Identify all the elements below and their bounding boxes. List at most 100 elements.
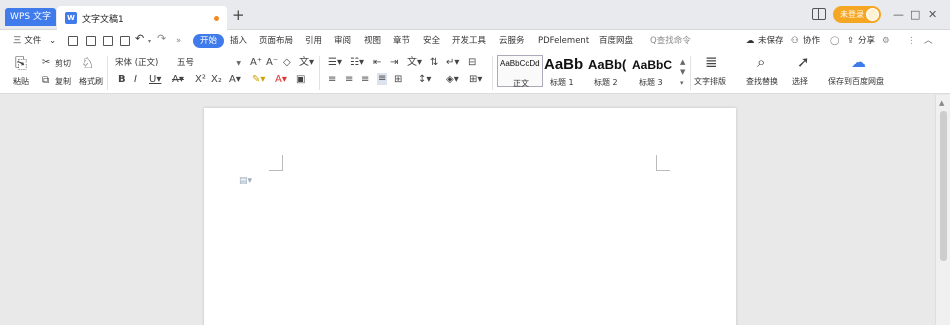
justify-icon[interactable]: ≡ (377, 73, 388, 85)
search-command-input[interactable]: Q查找命令 (650, 35, 691, 47)
cloud-save-icon[interactable]: ☁ (746, 35, 755, 47)
close-button[interactable]: ✕ (928, 6, 937, 24)
select-button[interactable]: 选择 (792, 76, 808, 87)
grow-font-icon[interactable]: A⁺ (250, 57, 262, 69)
style-heading-3-label: 标题 3 (639, 78, 663, 87)
file-menu[interactable]: 三 文件 (13, 35, 41, 47)
more-chevron-icon[interactable]: » (176, 35, 181, 47)
print-preview-icon[interactable] (120, 36, 130, 46)
increase-indent-icon[interactable]: ⇥ (390, 57, 398, 69)
font-size-select[interactable]: 五号 ▼ (176, 56, 244, 71)
font-color-icon[interactable]: A▾ (275, 74, 287, 86)
cut-button[interactable]: 剪切 (55, 58, 71, 69)
show-marks-icon[interactable]: ↵▾ (446, 57, 459, 69)
numbered-list-icon[interactable]: ☷▾ (350, 57, 364, 69)
strikethrough-icon[interactable]: A▾ (172, 74, 184, 86)
settings-gear-icon[interactable]: ⚙ (882, 35, 890, 47)
document-tab[interactable]: W 文字文稿1 (57, 6, 227, 30)
style-normal[interactable]: AaBbCcDd 正文 (497, 55, 543, 88)
tab-references[interactable]: 引用 (305, 35, 322, 47)
paste-button[interactable]: 粘贴 (13, 76, 29, 87)
bold-icon[interactable]: B (118, 74, 126, 86)
style-heading-3[interactable]: AaBbC 标题 3 (631, 55, 675, 87)
save-icon[interactable] (68, 36, 78, 46)
share-icon[interactable]: ⇪ (847, 35, 854, 47)
align-center-icon[interactable]: ≡ (345, 74, 353, 86)
copy-button[interactable]: 复制 (55, 76, 71, 87)
comment-icon[interactable]: ◯ (830, 35, 840, 47)
tab-insert[interactable]: 插入 (230, 35, 247, 47)
decrease-indent-icon[interactable]: ⇤ (373, 57, 381, 69)
clear-format-icon[interactable]: ◇ (283, 57, 291, 69)
subscript-icon[interactable]: X₂ (211, 74, 222, 86)
new-tab-button[interactable]: + (232, 7, 245, 23)
maximize-button[interactable]: □ (910, 6, 920, 24)
collaborate-label[interactable]: 协作 (803, 35, 820, 47)
tab-security[interactable]: 安全 (423, 35, 440, 47)
highlight-icon[interactable]: ✎▾ (252, 74, 265, 86)
export-pdf-icon[interactable] (86, 36, 96, 46)
cut-icon[interactable]: ✂ (42, 57, 50, 69)
baidu-netdisk-icon[interactable]: ☁ (851, 54, 866, 71)
app-tab-wps[interactable]: WPS 文字 (5, 8, 56, 26)
find-replace-button[interactable]: 查找替换 (746, 76, 778, 87)
more-options-icon[interactable]: ⋮ (907, 35, 916, 47)
collaborate-icon[interactable]: ⚇ (791, 35, 799, 47)
vertical-scrollbar[interactable]: ▲ (935, 95, 950, 325)
undo-dropdown-icon[interactable]: ▾ (148, 36, 151, 48)
tab-cloud-service[interactable]: 云服务 (499, 35, 525, 47)
sort-icon[interactable]: ⇅ (430, 57, 438, 69)
print-icon[interactable] (103, 36, 113, 46)
text-layout-button[interactable]: 文字排版 (694, 76, 726, 87)
distributed-icon[interactable]: ⊞ (394, 74, 402, 86)
tab-view[interactable]: 视图 (364, 35, 381, 47)
select-cursor-icon[interactable]: ➚ (797, 54, 810, 71)
tab-review[interactable]: 审阅 (334, 35, 351, 47)
format-painter-button[interactable]: 格式刷 (79, 76, 103, 87)
tab-chapter[interactable]: 章节 (393, 35, 410, 47)
scroll-up-icon[interactable]: ▲ (939, 99, 944, 107)
superscript-icon[interactable]: X² (195, 74, 206, 86)
minimize-button[interactable]: — (893, 6, 904, 24)
collapse-ribbon-chevron-icon[interactable]: ︿ (924, 35, 933, 47)
chinese-layout-icon[interactable]: 文▾ (407, 57, 422, 69)
char-border-icon[interactable]: ▣ (296, 74, 305, 86)
undo-icon[interactable]: ↶ (135, 33, 144, 45)
italic-icon[interactable]: I (134, 74, 137, 86)
align-right-icon[interactable]: ≡ (361, 74, 369, 86)
format-painter-icon[interactable]: ♘ (81, 55, 94, 72)
tab-developer[interactable]: 开发工具 (452, 35, 486, 47)
file-menu-chevron-down-icon[interactable]: ⌄ (49, 35, 56, 47)
style-heading-2[interactable]: AaBb( 标题 2 (587, 55, 631, 87)
save-to-baidu-button[interactable]: 保存到百度网盘 (828, 76, 884, 87)
tab-stops-icon[interactable]: ⊟ (468, 57, 476, 69)
tab-page-layout[interactable]: 页面布局 (259, 35, 293, 47)
paste-icon[interactable]: ⎘ (15, 55, 27, 72)
text-layout-icon[interactable]: ≣ (705, 54, 718, 71)
paragraph-handle-icon[interactable]: ▤▾ (239, 176, 252, 186)
avatar (866, 8, 879, 21)
style-heading-1[interactable]: AaBb 标题 1 (543, 55, 587, 87)
share-label[interactable]: 分享 (858, 35, 875, 47)
line-spacing-icon[interactable]: ↕▾ (418, 74, 431, 86)
text-effect-icon[interactable]: A▾ (229, 74, 241, 86)
find-replace-icon[interactable]: ⌕ (757, 54, 765, 71)
login-button[interactable]: 未登录 (833, 6, 881, 23)
borders-icon[interactable]: ⊞▾ (469, 74, 482, 86)
unsaved-label[interactable]: 未保存 (758, 35, 784, 47)
underline-icon[interactable]: U▾ (149, 74, 161, 86)
shading-icon[interactable]: ◈▾ (446, 74, 459, 86)
layout-icon[interactable] (812, 8, 826, 20)
tab-home[interactable]: 开始 (193, 34, 225, 48)
align-left-icon[interactable]: ≡ (328, 74, 336, 86)
redo-icon[interactable]: ↷ (157, 33, 166, 45)
shrink-font-icon[interactable]: A⁻ (266, 57, 278, 69)
bullet-list-icon[interactable]: ☰▾ (328, 57, 342, 69)
document-page[interactable]: ▤▾ (204, 108, 736, 325)
copy-icon[interactable]: ⧉ (42, 75, 49, 87)
tab-baidu-netdisk[interactable]: 百度网盘 (599, 35, 633, 47)
scrollbar-thumb[interactable] (940, 111, 947, 261)
pinyin-icon[interactable]: 文▾ (299, 57, 314, 69)
styles-more-icon[interactable]: ▾ (680, 77, 684, 89)
tab-pdfelement[interactable]: PDFelement (538, 35, 589, 47)
